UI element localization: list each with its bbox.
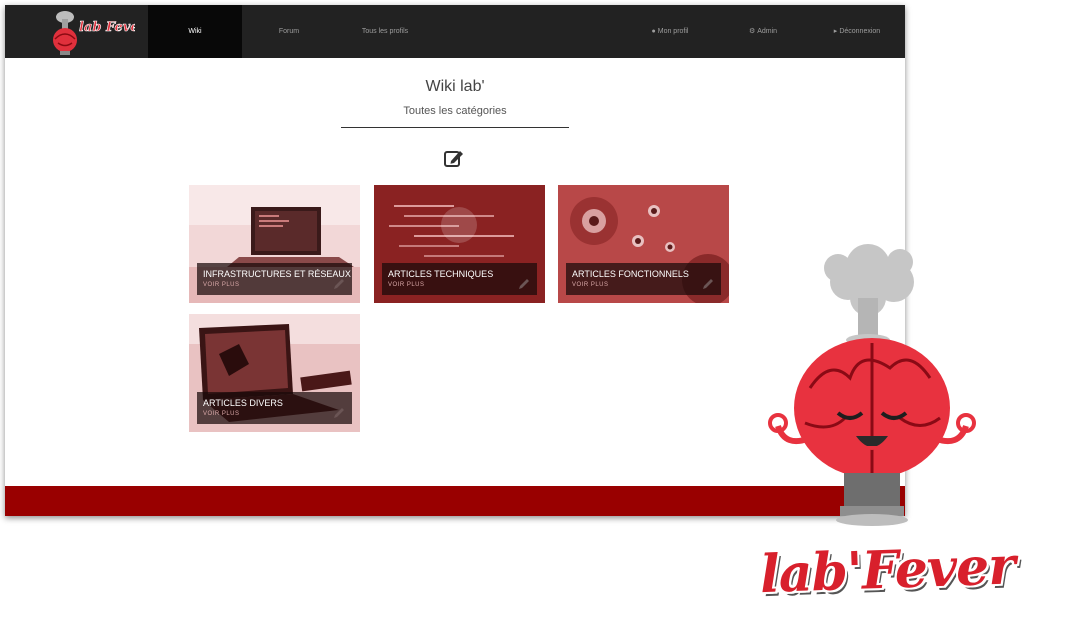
logo-text: lab Fever [79,20,135,35]
card-caption: INFRASTRUCTURES ET RÉSEAUX VOIR PLUS [197,263,352,295]
nav-logout[interactable]: ▸ Déconnexion [821,5,893,58]
nav-tab-forum[interactable]: Forum [249,5,329,58]
card-caption: ARTICLES DIVERS VOIR PLUS [197,392,352,424]
card-link[interactable]: VOIR PLUS [572,282,609,288]
nav-logout-label: Déconnexion [839,28,881,35]
user-icon: ● [651,28,656,35]
card-link[interactable]: VOIR PLUS [388,282,425,288]
card-title: ARTICLES TECHNIQUES [388,269,494,279]
nav-tab-forum-label: Forum [278,28,300,35]
nav-tab-profiles[interactable]: Tous les profils [345,5,425,58]
page-subtitle: Toutes les catégories [403,105,507,117]
nav-tab-wiki[interactable]: Wiki [148,5,242,58]
category-card-infrastructure[interactable]: INFRASTRUCTURES ET RÉSEAUX VOIR PLUS [189,185,360,303]
nav-tab-profiles-label: Tous les profils [361,28,409,35]
nav-my-profile-label: Mon profil [657,28,689,35]
card-title: INFRASTRUCTURES ET RÉSEAUX [203,269,351,279]
nav-admin[interactable]: ⚙ Admin [733,5,793,58]
brain-mascot-illustration [768,244,976,526]
card-link[interactable]: VOIR PLUS [203,411,240,417]
edit-icon[interactable] [443,148,465,168]
pencil-icon[interactable] [332,277,346,291]
pencil-icon[interactable] [701,277,715,291]
nav-tab-wiki-label: Wiki [188,28,202,35]
logout-icon: ▸ [833,28,838,35]
category-card-misc[interactable]: ARTICLES DIVERS VOIR PLUS [189,314,360,432]
brand-logo-text: lab'Fever [759,535,1016,606]
nav-admin-label: Admin [757,28,778,35]
top-navbar: lab Fever Wiki Forum Tous les profils ●M… [5,5,905,58]
card-title: ARTICLES DIVERS [203,398,283,408]
card-caption: ARTICLES FONCTIONNELS VOIR PLUS [566,263,721,295]
pencil-icon[interactable] [517,277,531,291]
gears-icon: ⚙ [748,28,756,35]
labfever-logo[interactable]: lab Fever [45,9,135,55]
page-title: Wiki lab' [425,78,485,95]
pencil-icon[interactable] [332,406,346,420]
category-card-technical[interactable]: ARTICLES TECHNIQUES VOIR PLUS [374,185,545,303]
card-link[interactable]: VOIR PLUS [203,282,240,288]
title-divider [341,127,569,128]
category-card-functional[interactable]: ARTICLES FONCTIONNELS VOIR PLUS [558,185,729,303]
card-caption: ARTICLES TECHNIQUES VOIR PLUS [382,263,537,295]
card-title: ARTICLES FONCTIONNELS [572,269,689,279]
nav-my-profile[interactable]: ● Mon profil [635,5,705,58]
